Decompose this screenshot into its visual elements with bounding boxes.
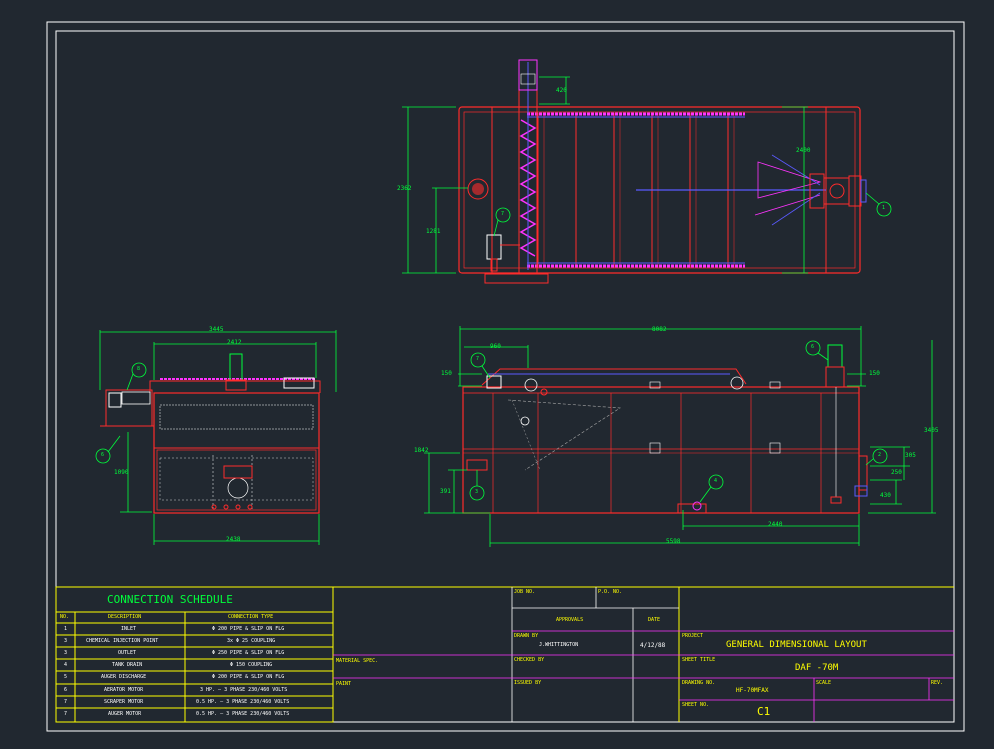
- schedule-title: CONNECTION SCHEDULE: [107, 593, 233, 606]
- checked-by-label: CHECKED BY: [514, 657, 545, 663]
- dim-side-overall: 8082: [652, 326, 667, 333]
- schedule-row-connection: 0.5 HP. – 3 PHASE 230/460 VOLTS: [196, 699, 290, 705]
- callout-2: 2: [878, 452, 882, 458]
- dim-side-right-b: 250: [891, 469, 902, 476]
- plan-view: [458, 59, 867, 284]
- schedule-row-connection: Φ 200 PIPE & SLIP ON FLG: [212, 626, 285, 632]
- dim-end-overall: 3445: [209, 326, 224, 333]
- dim-plan-height-total: 2362: [397, 185, 412, 192]
- sheet-no-label: SHEET NO.: [682, 702, 710, 708]
- schedule-row-no: 3: [64, 650, 68, 656]
- schedule-row-no: 7: [64, 699, 68, 705]
- dim-plan-top: 420: [556, 87, 567, 94]
- dim-end-height: 1090: [114, 469, 129, 476]
- schedule-row-description: SCRAPER MOTOR: [104, 699, 144, 705]
- schedule-row-no: 6: [64, 687, 68, 693]
- schedule-row-connection: 3 HP. – 3 PHASE 230/460 VOLTS: [200, 687, 288, 693]
- po-no-label: P.O. NO.: [598, 589, 623, 595]
- dim-end-base: 2438: [226, 536, 241, 543]
- approvals-label: APPROVALS: [556, 617, 584, 623]
- schedule-row-connection: 0.5 HP. – 3 PHASE 230/460 VOLTS: [196, 711, 290, 717]
- schedule-header-description: DESCRIPTION: [108, 614, 142, 620]
- dim-plan-height-partial: 1281: [426, 228, 441, 235]
- callout-6-side: 6: [811, 344, 815, 350]
- project-title: GENERAL DIMENSIONAL LAYOUT: [726, 640, 867, 650]
- date-label: DATE: [648, 617, 661, 623]
- schedule-row-no: 4: [64, 662, 68, 668]
- drawing-no-label: DRAWING NO.: [682, 680, 716, 686]
- paint-label: PAINT: [336, 681, 352, 687]
- dim-side-low-left: 391: [440, 488, 451, 495]
- drawn-by-label: DRAWN BY: [514, 633, 539, 639]
- dim-side-height-mid: 1842: [414, 447, 429, 454]
- dim-side-right-a: 305: [905, 452, 916, 459]
- dim-plan-width: 2400: [796, 147, 811, 154]
- sheet-no-value: C1: [757, 705, 771, 718]
- dim-end-inner: 2412: [227, 339, 242, 346]
- schedule-header-no: NO.: [60, 614, 70, 620]
- issued-by-label: ISSUED BY: [514, 680, 542, 686]
- sheet-title-value: DAF -70M: [795, 663, 839, 673]
- callout-1: 1: [882, 205, 886, 211]
- callout-7-plan: 7: [501, 211, 505, 217]
- callout-7-side: 7: [476, 356, 480, 362]
- sheet-title-label: SHEET TITLE: [682, 657, 716, 663]
- end-view: [100, 353, 321, 514]
- schedule-row-description: AUGER DISCHARGE: [101, 674, 147, 680]
- dim-side-offset-left: 960: [490, 343, 501, 350]
- job-no-label: JOB NO.: [514, 589, 536, 595]
- schedule-row-no: 7: [64, 711, 68, 717]
- schedule-row-description: AERATOR MOTOR: [104, 687, 144, 693]
- dim-side-right-c: 430: [880, 492, 891, 499]
- callout-3: 3: [475, 489, 479, 495]
- schedule-row-description: INLET: [121, 626, 137, 632]
- dim-side-height-total: 3405: [924, 427, 939, 434]
- drawn-by-name: J.WHITTINGTON: [539, 642, 579, 648]
- schedule-row-description: TANK DRAIN: [112, 662, 143, 668]
- schedule-row-no: 1: [64, 626, 68, 632]
- schedule-row-connection: 3x Φ 25 COUPLING: [227, 638, 276, 644]
- schedule-row-connection: Φ 200 PIPE & SLIP ON FLG: [212, 674, 285, 680]
- cad-drawing-canvas: [46, 21, 965, 732]
- dim-side-bottom-b: 5598: [666, 538, 681, 545]
- schedule-row-no: 3: [64, 638, 68, 644]
- drawing-no-value: HF-70MFAX: [736, 687, 769, 694]
- inner-border: [55, 30, 955, 723]
- callout-6-end: 6: [101, 452, 105, 458]
- callout-4: 4: [714, 478, 718, 484]
- rev-label: REV.: [931, 680, 944, 686]
- schedule-row-description: AUGER MOTOR: [108, 711, 142, 717]
- scale-label: SCALE: [816, 680, 832, 686]
- schedule-row-no: 5: [64, 674, 68, 680]
- project-label: PROJECT: [682, 633, 704, 639]
- drawn-date: 4/12/88: [640, 642, 666, 649]
- schedule-row-description: CHEMICAL INJECTION POINT: [86, 638, 159, 644]
- schedule-header-connection: CONNECTION TYPE: [228, 614, 274, 620]
- schedule-row-connection: Φ 250 PIPE & SLIP ON FLG: [212, 650, 285, 656]
- title-block-lines: [55, 586, 954, 723]
- schedule-row-connection: Φ 150 COUPLING: [230, 662, 273, 668]
- dim-side-right-top: 150: [869, 370, 880, 377]
- dim-side-bottom-a: 2440: [768, 521, 783, 528]
- material-spec-label: MATERIAL SPEC.: [336, 658, 379, 664]
- schedule-row-description: OUTLET: [118, 650, 137, 656]
- side-view: [462, 344, 868, 514]
- callout-8: 8: [137, 366, 141, 372]
- dim-side-left-top: 150: [441, 370, 452, 377]
